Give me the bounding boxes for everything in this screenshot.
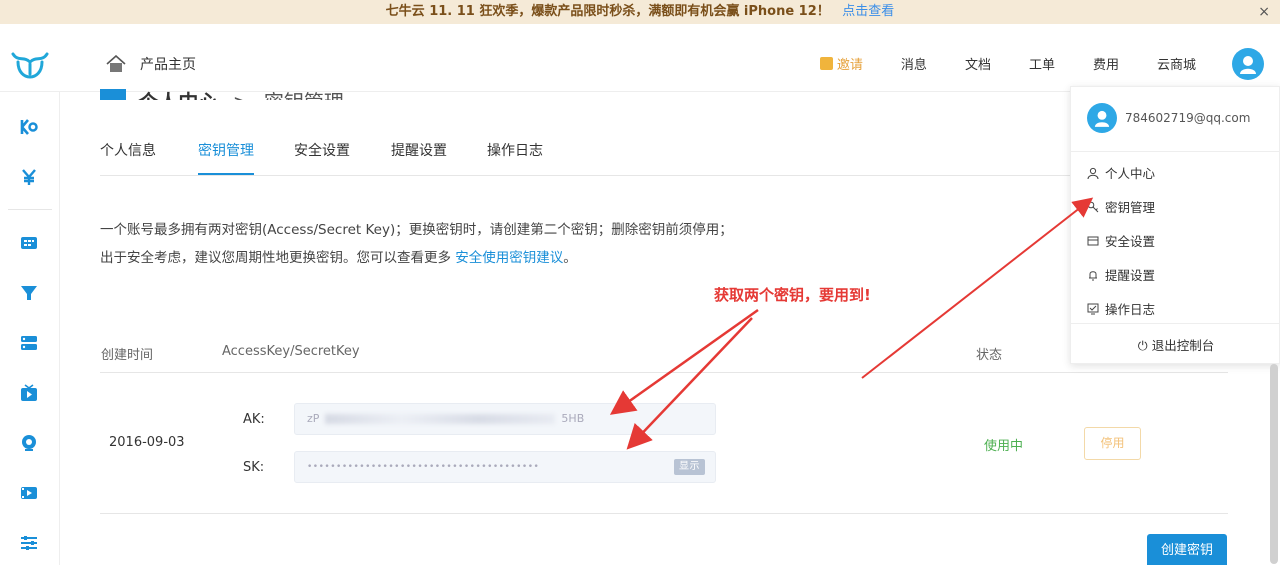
annotation-text: 获取两个密钥，要用到! xyxy=(714,286,871,304)
tab-reminders[interactable]: 提醒设置 xyxy=(391,140,447,173)
tab-key-management[interactable]: 密钥管理 xyxy=(198,140,254,175)
breadcrumb: 个人中心 > 密钥管理 xyxy=(100,86,344,100)
table-row-divider xyxy=(100,513,1228,514)
security-advice-link[interactable]: 安全使用密钥建议 xyxy=(455,250,563,266)
ak-label: AK: xyxy=(243,412,265,427)
product-home-link[interactable]: 产品主页 xyxy=(106,54,196,74)
menu-item-security[interactable]: 安全设置 xyxy=(1087,231,1155,250)
bell-icon xyxy=(1089,270,1097,280)
nav-messages[interactable]: 消息 xyxy=(901,54,927,73)
description-end: 。 xyxy=(563,250,577,266)
user-icon xyxy=(1094,110,1110,127)
tab-security[interactable]: 安全设置 xyxy=(294,140,350,173)
promo-banner: 七牛云 11. 11 狂欢季，爆款产品限时秒杀，满额即有机会赢 iPhone 1… xyxy=(0,0,1280,24)
redacted-key xyxy=(325,414,556,424)
close-icon[interactable]: × xyxy=(1258,0,1270,24)
tab-profile[interactable]: 个人信息 xyxy=(100,140,156,173)
breadcrumb-current: 密钥管理 xyxy=(264,90,344,100)
show-secret-button[interactable]: 显示 xyxy=(674,459,705,475)
scrollbar[interactable] xyxy=(1270,364,1278,564)
secret-key-field[interactable]: ••••••••••••••••••••••••••••••••••••••••… xyxy=(294,451,716,483)
breadcrumb-icon xyxy=(100,88,126,100)
menu-item-key-management[interactable]: 密钥管理 xyxy=(1087,197,1155,216)
qiniu-logo-icon[interactable] xyxy=(10,50,50,80)
gift-icon xyxy=(819,57,833,70)
yen-icon[interactable] xyxy=(20,168,38,186)
menu-item-profile[interactable]: 个人中心 xyxy=(1087,163,1155,182)
log-icon xyxy=(1087,303,1099,314)
status-badge: 使用中 xyxy=(984,439,1024,454)
table-header-divider xyxy=(100,372,1228,373)
storage-grid-icon[interactable] xyxy=(20,234,38,252)
tab-operation-log[interactable]: 操作日志 xyxy=(487,140,543,173)
description-text: 一个账号最多拥有两对密钥(Access/Secret Key)；更换密钥时，请创… xyxy=(100,222,733,266)
header-access-key: AccessKey/SecretKey xyxy=(222,344,360,359)
promo-text: 七牛云 11. 11 狂欢季，爆款产品限时秒杀，满额即有机会赢 iPhone 1… xyxy=(385,4,830,19)
user-email: 784602719@qq.com xyxy=(1125,111,1251,125)
user-dropdown-menu: 784602719@qq.com 个人中心 密钥管理 安全设置 提醒设置 操作日… xyxy=(1070,86,1280,364)
header-status: 状态 xyxy=(976,348,1003,363)
home-label: 产品主页 xyxy=(140,57,196,73)
disable-button[interactable]: 停用 xyxy=(1084,427,1141,460)
avatar xyxy=(1087,103,1117,133)
person-icon xyxy=(1087,167,1099,179)
header-created-time: 创建时间 xyxy=(101,348,154,363)
server-icon[interactable] xyxy=(20,334,38,352)
top-nav: 邀请 消息 文档 工单 费用 云商城 xyxy=(782,54,1196,73)
access-key-field[interactable]: zP 5HB xyxy=(294,403,716,435)
arrow-to-ak xyxy=(609,308,759,415)
nav-docs[interactable]: 文档 xyxy=(965,54,991,73)
video-icon[interactable] xyxy=(20,484,38,502)
created-date: 2016-09-03 xyxy=(109,435,185,450)
camera-icon[interactable] xyxy=(20,434,38,452)
avatar[interactable] xyxy=(1232,48,1264,80)
dropdown-user: 784602719@qq.com xyxy=(1087,103,1250,133)
nav-marketplace[interactable]: 云商城 xyxy=(1157,54,1196,73)
home-icon xyxy=(106,55,126,72)
promo-link[interactable]: 点击查看 xyxy=(842,4,894,19)
sidebar xyxy=(0,92,60,565)
tab-bar: 个人信息 密钥管理 安全设置 提醒设置 操作日志 xyxy=(100,140,1228,176)
sk-label: SK: xyxy=(243,460,265,475)
live-tv-icon[interactable] xyxy=(20,384,38,402)
cdn-funnel-icon[interactable] xyxy=(20,284,38,302)
top-header: 产品主页 邀请 消息 文档 工单 费用 云商城 xyxy=(0,36,1280,92)
sidebar-divider xyxy=(8,209,52,210)
power-icon: ⏻ xyxy=(1137,338,1148,353)
create-key-button[interactable]: 创建密钥 xyxy=(1147,534,1227,565)
menu-item-operation-log[interactable]: 操作日志 xyxy=(1087,299,1155,318)
dropdown-divider xyxy=(1071,151,1280,152)
key-description: 一个账号最多拥有两对密钥(Access/Secret Key)；更换密钥时，请创… xyxy=(100,216,740,272)
logout-button[interactable]: ⏻ 退出控制台 xyxy=(1071,335,1280,354)
nav-invite[interactable]: 邀请 xyxy=(819,54,863,73)
nav-tickets[interactable]: 工单 xyxy=(1029,54,1055,73)
dropdown-divider xyxy=(1071,323,1280,324)
settings-sliders-icon[interactable] xyxy=(20,534,38,552)
breadcrumb-sep: > xyxy=(233,90,250,100)
kodo-icon[interactable] xyxy=(20,118,38,136)
user-icon xyxy=(1240,56,1256,74)
card-icon xyxy=(1087,236,1099,245)
key-icon xyxy=(1087,201,1099,212)
nav-billing[interactable]: 费用 xyxy=(1093,54,1119,73)
breadcrumb-title[interactable]: 个人中心 xyxy=(138,90,218,100)
menu-item-reminders[interactable]: 提醒设置 xyxy=(1087,265,1155,284)
